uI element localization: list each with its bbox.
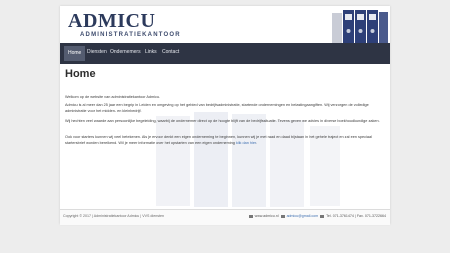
intro-paragraph: Welkom op de website van administratieka… (65, 95, 161, 99)
nav-item-links[interactable]: Links (145, 49, 157, 55)
mail-icon (280, 214, 285, 218)
copyright-text: Copyright © 2017 | Administratiekantoor … (63, 214, 164, 218)
phone-icon (320, 214, 325, 218)
starters-text: Ook voor starters kunnen wij veel beteke… (65, 135, 372, 145)
binders-illustration (332, 10, 388, 43)
fax-number: Fax. 071-3722664 (356, 214, 386, 218)
phone-number: Tel. 071-3761474 (326, 214, 354, 218)
guidance-paragraph: Wij hechten veel waarde aan persoonlijke… (65, 119, 380, 123)
main-nav: Home Diensten Ondernemers Links Contact (60, 43, 390, 64)
separator: | (354, 214, 356, 218)
nav-item-contact[interactable]: Contact (162, 49, 179, 55)
footer: Copyright © 2017 | Administratiekantoor … (60, 209, 390, 225)
logo-title[interactable]: ADMICU (68, 10, 155, 32)
nav-item-home[interactable]: Home (64, 46, 86, 61)
page-container: ADMICU ADMINISTRATIEKANTOOR Home Dienste… (60, 6, 390, 225)
website-link[interactable]: www.admicu.nl (255, 214, 279, 218)
logo-subtitle: ADMINISTRATIEKANTOOR (80, 32, 181, 38)
email-link[interactable]: admicu@gmail.com (287, 214, 319, 218)
home-icon (248, 214, 253, 218)
main-content: Home Welkom op de website van administra… (60, 64, 390, 209)
header: ADMICU ADMINISTRATIEKANTOOR (60, 6, 390, 43)
link-tail: . (256, 141, 258, 145)
starters-paragraph: Ook voor starters kunnen wij veel beteke… (65, 134, 380, 146)
page-title: Home (65, 68, 96, 80)
footer-contact: www.admicu.nl admicu@gmail.com Tel. 071-… (248, 214, 386, 218)
more-info-link[interactable]: klik dan hier (236, 141, 256, 145)
about-paragraph: Admicu is al meer dan 25 jaar een begrip… (65, 103, 369, 113)
nav-item-ondernemers[interactable]: Ondernemers (110, 49, 141, 55)
nav-item-diensten[interactable]: Diensten (87, 49, 107, 55)
